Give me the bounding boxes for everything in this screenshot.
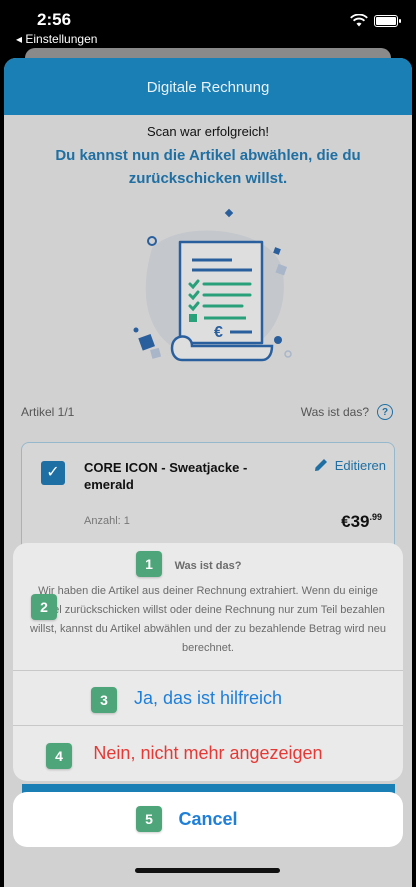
callout-badge-1: 1 [136, 551, 162, 577]
callout-badge-5: 5 [136, 806, 162, 832]
back-to-settings-link[interactable]: ◂ Einstellungen [16, 32, 97, 46]
sheet-header: Digitale Rechnung [4, 58, 412, 115]
receipt-illustration: € [133, 208, 292, 362]
battery-icon [374, 14, 401, 27]
what-is-this-label: Was ist das? [300, 405, 369, 419]
help-icon: ? [377, 404, 393, 420]
svg-text:€: € [214, 324, 223, 341]
action-sheet-message: Wir haben die Artikel aus deiner Rechnun… [30, 585, 386, 654]
wifi-icon [350, 14, 368, 27]
article-counter-row: Artikel 1/1 Was ist das? ? [21, 404, 393, 420]
price-main: €39 [341, 512, 370, 531]
action-sheet-header: Was ist das? Wir haben die Artikel aus d… [13, 543, 403, 670]
callout-badge-2: 2 [31, 594, 57, 620]
edit-button[interactable]: Editieren [313, 457, 386, 473]
callout-badge-4: 4 [46, 743, 72, 769]
what-is-this-link[interactable]: Was ist das? ? [301, 404, 393, 420]
status-time: 2:56 [37, 10, 72, 29]
callout-badge-3: 3 [91, 687, 117, 713]
article-quantity: Anzahl: 1 [84, 515, 130, 527]
status-icons [350, 14, 401, 27]
article-counter: Artikel 1/1 [21, 405, 75, 419]
pencil-icon [314, 459, 327, 471]
edit-label: Editieren [334, 457, 386, 473]
helpful-button[interactable]: Ja, das ist hilfreich [13, 670, 403, 725]
article-name: CORE ICON - Sweatjacke - emerald [84, 460, 248, 492]
status-bar: 2:56 ◂ Einstellungen [0, 0, 416, 52]
action-sheet-title: Was ist das? [174, 560, 242, 572]
home-indicator [135, 868, 280, 873]
instruction-text: Du kannst nun die Artikel abwählen, die … [55, 147, 361, 187]
cancel-button[interactable]: Cancel [13, 792, 403, 847]
price-cents: .99 [369, 512, 382, 522]
article-checkbox[interactable]: ✓ [41, 461, 65, 485]
article-price: €39.99 [341, 512, 382, 532]
scan-success-text: Scan war erfolgreich! [146, 124, 270, 139]
